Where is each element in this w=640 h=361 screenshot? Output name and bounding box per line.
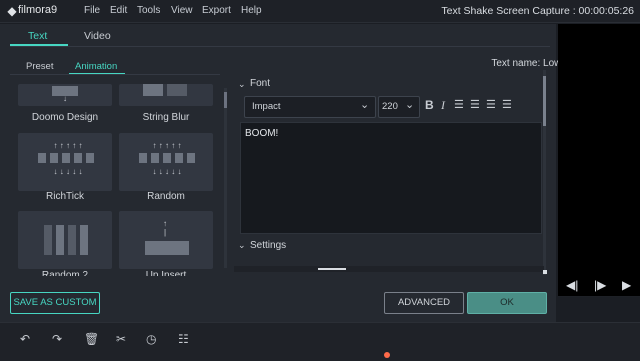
text-content-input[interactable] (240, 122, 542, 234)
speed-icon[interactable]: ◷ (146, 332, 156, 346)
animation-list-scroll-thumb[interactable] (224, 92, 227, 108)
animation-list-scrollbar[interactable] (224, 88, 227, 268)
animation-label-doomo-design: Doomo Design (31, 112, 99, 123)
tile-blocks (38, 153, 94, 163)
play-icon[interactable]: |▶ (594, 278, 606, 292)
tile-block (143, 84, 163, 96)
scroll-corner (543, 270, 547, 274)
window-title: Text Shake Screen Capture : 00:00:05:26 (441, 5, 634, 17)
previous-frame-icon[interactable]: ◀| (566, 278, 578, 292)
subtab-animation[interactable]: Animation (75, 61, 117, 72)
arrows-up-icon: ↑ ↑ ↑ ↑ ↑ (53, 141, 83, 150)
menu-export[interactable]: Export (202, 5, 231, 16)
animation-label-random-2: Random 2 (41, 270, 89, 276)
advanced-button[interactable]: ADVANCED (384, 292, 464, 314)
animation-label-string-blur: String Blur (142, 112, 190, 123)
save-as-custom-button[interactable]: SAVE AS CUSTOM (10, 292, 100, 314)
animation-tile-random-2[interactable] (18, 211, 112, 269)
align-center-icon[interactable]: ☰ (470, 98, 480, 111)
tab-video[interactable]: Video (84, 30, 111, 42)
app-brand: filmora9 (18, 4, 58, 16)
subtab-divider (10, 74, 220, 75)
align-right-icon[interactable]: ☰ (486, 98, 496, 111)
video-preview (558, 24, 640, 296)
menu-view[interactable]: View (171, 5, 193, 16)
animation-tile-up-insert[interactable]: ↑ | (119, 211, 213, 269)
subtab-preset[interactable]: Preset (26, 61, 53, 72)
animation-tile-string-blur[interactable] (119, 84, 213, 106)
horizontal-scrollbar[interactable] (234, 266, 544, 272)
timeline-playhead[interactable] (384, 352, 390, 358)
arrows-down-icon: ↓ ↓ ↓ ↓ ↓ (152, 167, 182, 176)
chevron-down-icon: ⌄ (360, 99, 370, 111)
font-size-value: 220 (382, 101, 398, 112)
chevron-down-icon[interactable]: ⌄ (238, 79, 246, 90)
tab-text[interactable]: Text (28, 30, 47, 42)
tile-block (44, 225, 52, 255)
tile-block (68, 225, 76, 255)
horizontal-scroll-thumb[interactable] (318, 268, 346, 270)
animation-tile-random[interactable]: ↑ ↑ ↑ ↑ ↑ ↓ ↓ ↓ ↓ ↓ (119, 133, 213, 191)
animation-tile-richtick[interactable]: ↑ ↑ ↑ ↑ ↑ ↓ ↓ ↓ ↓ ↓ (18, 133, 112, 191)
menu-file[interactable]: File (84, 5, 100, 16)
tile-block (56, 225, 64, 255)
tab-divider (10, 46, 550, 47)
bold-icon[interactable]: B (425, 98, 434, 112)
settings-section-title[interactable]: Settings (250, 240, 286, 251)
font-family-value: Impact (252, 101, 281, 112)
cut-icon[interactable]: ✂ (116, 332, 126, 346)
arrows-down-icon: ↓ ↓ ↓ ↓ ↓ (53, 167, 83, 176)
arrows-up-icon: ↑ ↑ ↑ ↑ ↑ (152, 141, 182, 150)
arrow-down-icon: ↓ (63, 94, 67, 103)
align-left-icon[interactable]: ☰ (454, 98, 464, 111)
animation-label-random: Random (147, 191, 185, 202)
tile-block (145, 241, 189, 255)
next-icon[interactable]: ▶ (622, 278, 631, 292)
italic-icon[interactable]: I (441, 98, 445, 113)
properties-scroll-thumb[interactable] (543, 76, 546, 126)
menu-tools[interactable]: Tools (137, 5, 160, 16)
font-section-title[interactable]: Font (250, 78, 270, 89)
menu-help[interactable]: Help (241, 5, 262, 16)
chevron-down-icon: ⌄ (405, 99, 415, 111)
tile-block (167, 84, 187, 96)
menu-edit[interactable]: Edit (110, 5, 127, 16)
ok-button[interactable]: OK (467, 292, 547, 314)
redo-icon[interactable]: ↷ (52, 332, 62, 346)
animation-label-up-insert: Up Insert (145, 270, 187, 276)
animation-tile-doomo-design[interactable]: ↓ (18, 84, 112, 106)
preview-divider (558, 296, 640, 297)
tile-blocks (139, 153, 195, 163)
align-justify-icon[interactable]: ☰ (502, 98, 512, 111)
chevron-down-icon[interactable]: ⌄ (238, 240, 246, 251)
animation-label-richtick: RichTick (46, 191, 84, 202)
undo-icon[interactable]: ↶ (20, 332, 30, 346)
tile-block (80, 225, 88, 255)
arrow-up-icon: ↑ | (163, 219, 167, 237)
adjust-icon[interactable]: ☷ (178, 332, 189, 346)
delete-icon[interactable]: 🗑 (84, 332, 99, 346)
text-content-value: BOOM! (245, 128, 279, 139)
